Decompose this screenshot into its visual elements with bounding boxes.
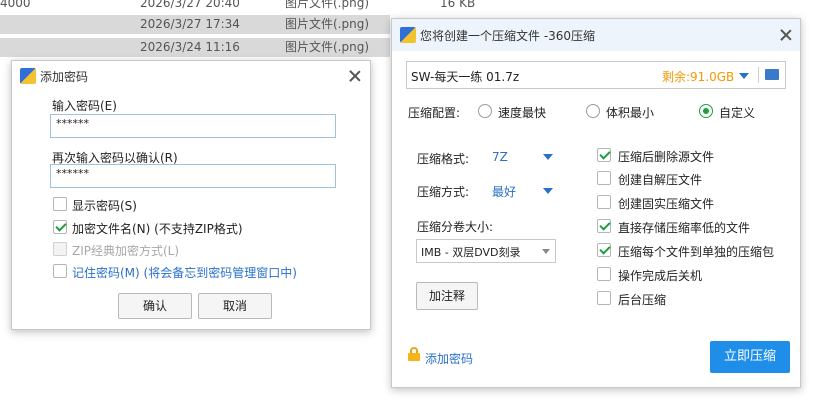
shutdown-after-checkbox[interactable] [597, 267, 611, 281]
encrypt-filenames-label[interactable]: 加密文件名(N) (不支持ZIP格式) [72, 220, 243, 237]
dialog-title: 添加密码 [40, 70, 89, 84]
app-icon [400, 27, 416, 43]
file-row[interactable]: 2026/3/27 17:34 图片文件(.png) [0, 15, 390, 34]
folder-icon[interactable] [765, 69, 779, 80]
file-type: 图片文件(.png) [285, 17, 370, 31]
config-label: 压缩配置: [408, 106, 461, 120]
store-low-ratio-label[interactable]: 直接存储压缩率低的文件 [618, 219, 750, 236]
dialog-title: 您将创建一个压缩文件 -360压缩 [420, 29, 596, 43]
radio-smallest[interactable] [586, 104, 600, 118]
zip-classic-encryption-checkbox [53, 242, 67, 256]
chevron-down-icon [542, 249, 550, 254]
file-row[interactable]: 2026/3/24 11:16 图片文件(.png) [0, 38, 390, 57]
remember-password-label[interactable]: 记住密码(M) (将会备忘到密码管理窗口中) [72, 264, 297, 281]
chevron-down-icon[interactable] [543, 188, 553, 194]
background-compress-checkbox[interactable] [597, 291, 611, 305]
encrypt-filenames-checkbox[interactable] [53, 220, 67, 234]
file-size-prefix: 4000 [0, 0, 31, 10]
compress-dialog: 您将创建一个压缩文件 -360压缩 SW-每天一练 01.7z 剩余:91.0G… [391, 18, 801, 388]
background-compress-label[interactable]: 后台压缩 [618, 291, 666, 308]
file-row[interactable]: 4000 2026/3/27 20:40 图片文件(.png) 16 KB [0, 0, 480, 12]
zip-classic-encryption-label: ZIP经典加密方式(L) [72, 244, 180, 258]
filename-field[interactable]: SW-每天一练 01.7z 剩余:91.0GB [406, 61, 786, 89]
enter-password-label: 输入密码(E) [52, 99, 117, 113]
filename-text: SW-每天一练 01.7z [411, 70, 520, 84]
chevron-down-icon[interactable] [739, 73, 749, 79]
divider [758, 67, 759, 83]
split-size-select[interactable]: IMB - 双层DVD刻录 [416, 239, 556, 263]
separate-archives-checkbox[interactable] [597, 243, 611, 257]
split-size-value: IMB - 双层DVD刻录 [421, 246, 521, 259]
lock-icon [408, 347, 420, 361]
file-date: 2026/3/27 17:34 [140, 17, 240, 31]
separate-archives-label[interactable]: 压缩每个文件到单独的压缩包 [618, 243, 774, 260]
add-comment-button[interactable]: 加注释 [416, 282, 478, 310]
show-password-checkbox[interactable] [53, 197, 67, 211]
shutdown-after-label[interactable]: 操作完成后关机 [618, 267, 702, 284]
file-type: 图片文件(.png) [285, 40, 370, 54]
radio-fastest[interactable] [478, 104, 492, 118]
add-password-link[interactable]: 添加密码 [425, 350, 473, 367]
password-input[interactable]: ****** [50, 114, 336, 138]
close-icon[interactable] [778, 27, 794, 43]
radio-custom[interactable] [699, 104, 713, 118]
format-label: 压缩格式: [417, 152, 470, 166]
show-password-label[interactable]: 显示密码(S) [72, 197, 137, 214]
file-date: 2026/3/27 20:40 [140, 0, 240, 10]
self-extract-checkbox[interactable] [597, 171, 611, 185]
solid-archive-checkbox[interactable] [597, 195, 611, 209]
dialog-titlebar[interactable]: 您将创建一个压缩文件 -360压缩 [392, 19, 800, 51]
method-value[interactable]: 最好 [492, 183, 516, 200]
compress-now-button[interactable]: 立即压缩 [710, 341, 790, 373]
delete-source-label[interactable]: 压缩后删除源文件 [618, 148, 714, 165]
remaining-space: 剩余:91.0GB [662, 70, 735, 84]
file-date: 2026/3/24 11:16 [140, 40, 240, 54]
remember-password-checkbox[interactable] [53, 264, 67, 278]
add-password-dialog: 添加密码 输入密码(E) ****** 再次输入密码以确认(R) ****** … [11, 60, 371, 330]
method-label: 压缩方式: [417, 185, 470, 199]
confirm-button[interactable]: 确认 [118, 293, 192, 319]
split-size-label: 压缩分卷大小: [417, 220, 494, 234]
format-value[interactable]: 7Z [492, 150, 508, 164]
delete-source-checkbox[interactable] [597, 148, 611, 162]
file-type: 图片文件(.png) [285, 0, 370, 10]
close-icon[interactable] [347, 68, 363, 84]
dialog-titlebar[interactable]: 添加密码 [12, 61, 370, 91]
self-extract-label[interactable]: 创建自解压文件 [618, 171, 702, 188]
radio-fastest-label[interactable]: 速度最快 [498, 104, 546, 121]
app-icon [20, 68, 36, 84]
solid-archive-label[interactable]: 创建固实压缩文件 [618, 195, 714, 212]
cancel-button[interactable]: 取消 [198, 293, 272, 319]
radio-smallest-label[interactable]: 体积最小 [606, 104, 654, 121]
chevron-down-icon[interactable] [543, 154, 553, 160]
store-low-ratio-checkbox[interactable] [597, 219, 611, 233]
confirm-password-input[interactable]: ****** [50, 164, 336, 188]
radio-custom-label[interactable]: 自定义 [719, 104, 755, 121]
file-size: 16 KB [440, 0, 476, 10]
